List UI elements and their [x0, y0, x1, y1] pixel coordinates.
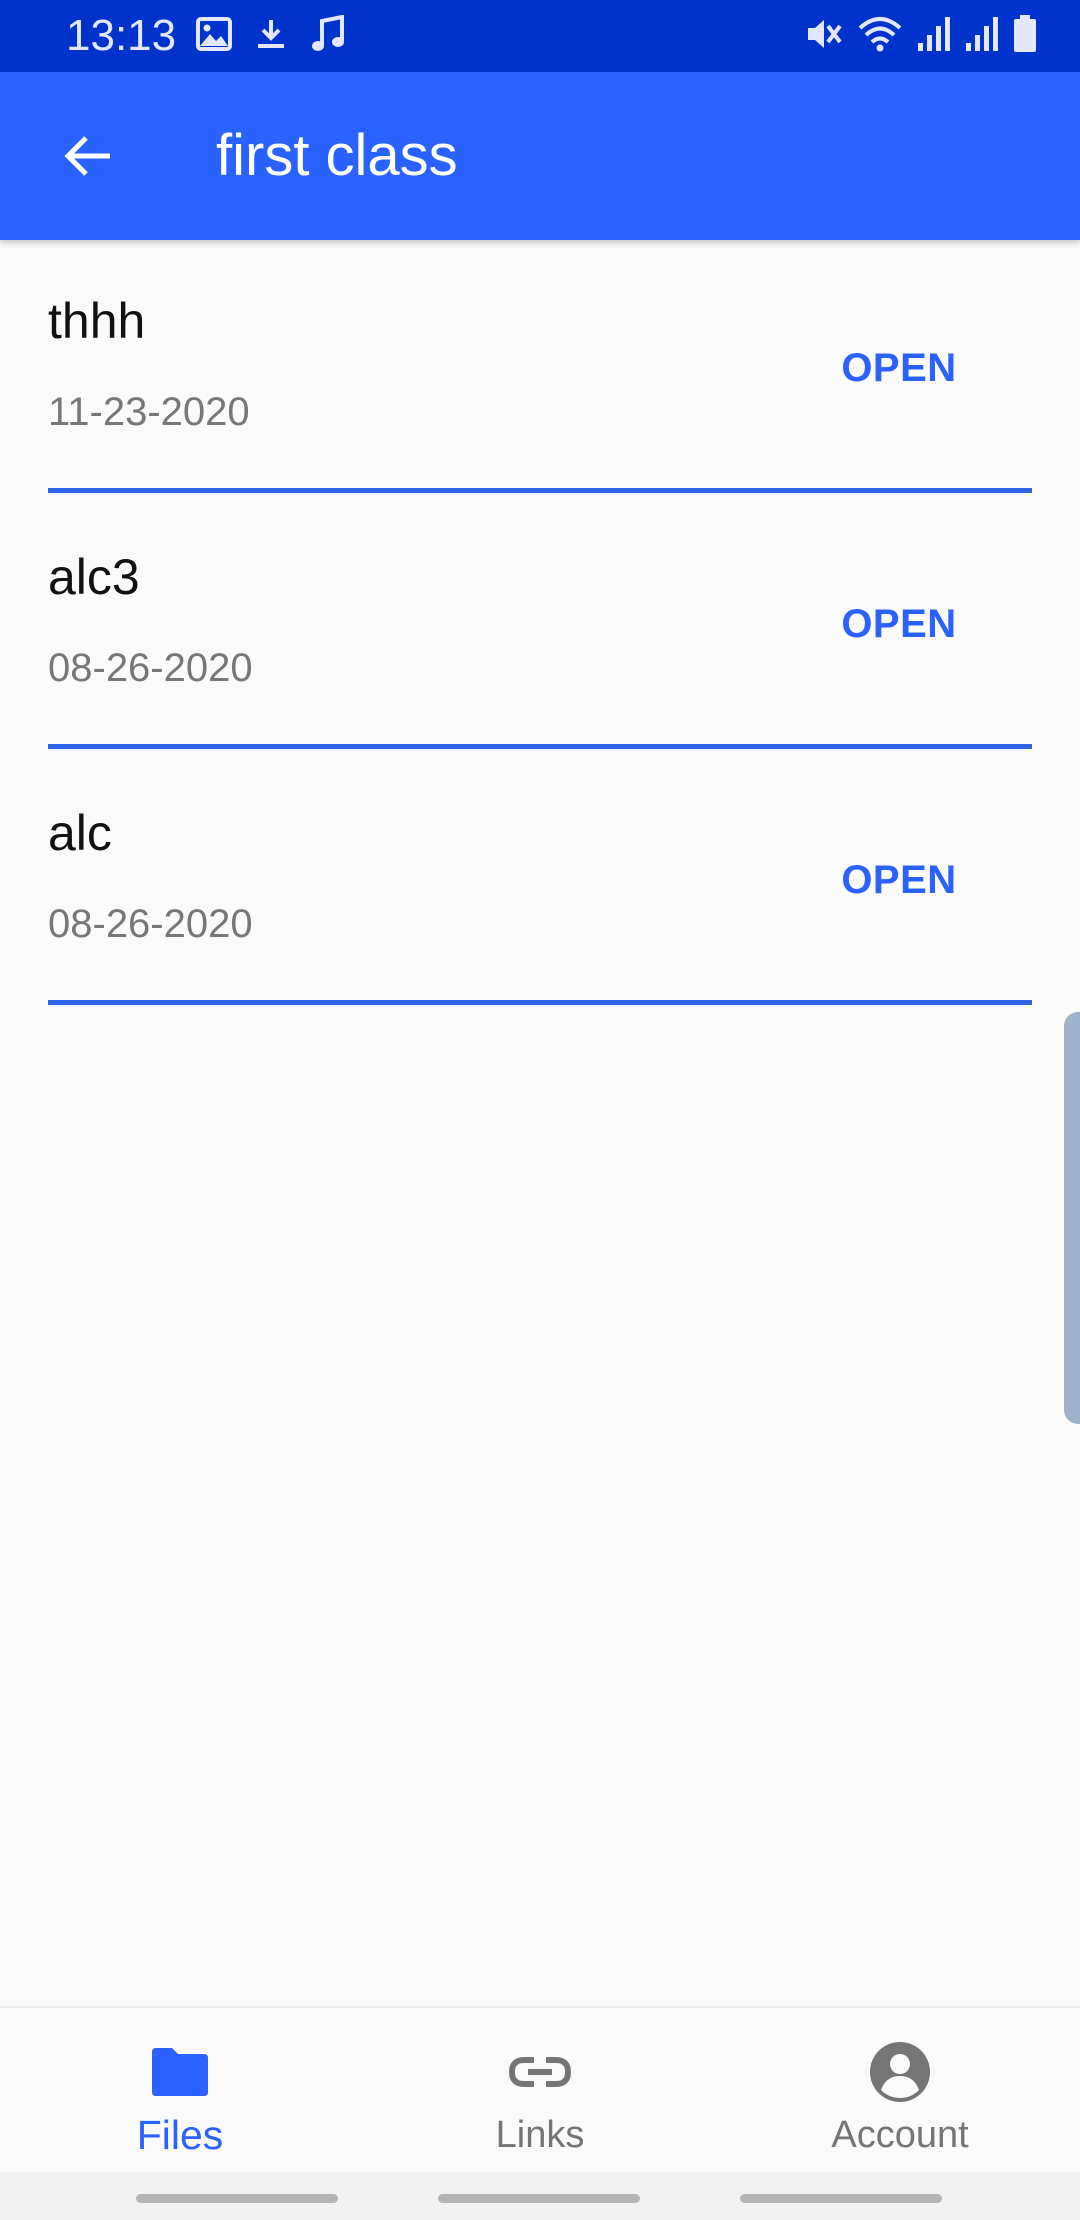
recents-handle[interactable] [136, 2194, 338, 2203]
open-button[interactable]: OPEN [822, 336, 976, 400]
open-button[interactable]: OPEN [822, 848, 976, 912]
system-navigation-bar [0, 2172, 1080, 2220]
list-item: alc 08-26-2020 OPEN [0, 752, 1080, 1008]
image-icon [196, 16, 232, 56]
file-name: alc [48, 805, 112, 861]
mute-icon [804, 14, 844, 59]
nav-item-account[interactable]: Account [720, 2008, 1080, 2174]
wifi-icon [856, 14, 904, 59]
file-date: 11-23-2020 [48, 390, 250, 434]
music-note-icon [310, 14, 346, 58]
download-icon [254, 17, 288, 56]
folder-icon [0, 2038, 360, 2106]
open-button[interactable]: OPEN [822, 592, 976, 656]
list-item: alc3 08-26-2020 OPEN [0, 496, 1080, 752]
divider [48, 744, 1032, 749]
scrollbar[interactable] [1064, 1012, 1080, 1424]
divider [48, 488, 1032, 493]
nav-label-files: Files [136, 2112, 224, 2158]
divider [48, 1000, 1032, 1005]
file-name: thhh [48, 293, 146, 349]
app-bar: first class [0, 72, 1080, 240]
status-time: 13:13 [66, 11, 177, 60]
status-system-icons [804, 14, 1038, 58]
nav-item-links[interactable]: Links [360, 2008, 720, 2174]
list-item: thhh 11-23-2020 OPEN [0, 240, 1080, 496]
nav-item-files[interactable]: Files [0, 2008, 360, 2174]
back-button[interactable] [44, 112, 132, 200]
signal-icon [916, 15, 952, 58]
back-handle[interactable] [740, 2194, 942, 2203]
account-circle-icon [720, 2038, 1080, 2106]
home-handle[interactable] [438, 2194, 640, 2203]
link-icon [360, 2038, 720, 2106]
bottom-navigation: Files Links Account [0, 2006, 1080, 2174]
status-notification-icons [196, 14, 346, 58]
arrow-back-icon [64, 136, 110, 176]
nav-label-links: Links [495, 2114, 585, 2156]
file-list: thhh 11-23-2020 OPEN alc3 08-26-2020 OPE… [0, 240, 1080, 1008]
file-name: alc3 [48, 549, 140, 605]
file-date: 08-26-2020 [48, 646, 253, 690]
signal-icon [964, 15, 1000, 58]
nav-label-account: Account [831, 2114, 969, 2156]
page-title: first class [216, 123, 458, 188]
battery-icon [1012, 14, 1038, 59]
status-bar: 13:13 [0, 0, 1080, 72]
file-date: 08-26-2020 [48, 902, 253, 946]
